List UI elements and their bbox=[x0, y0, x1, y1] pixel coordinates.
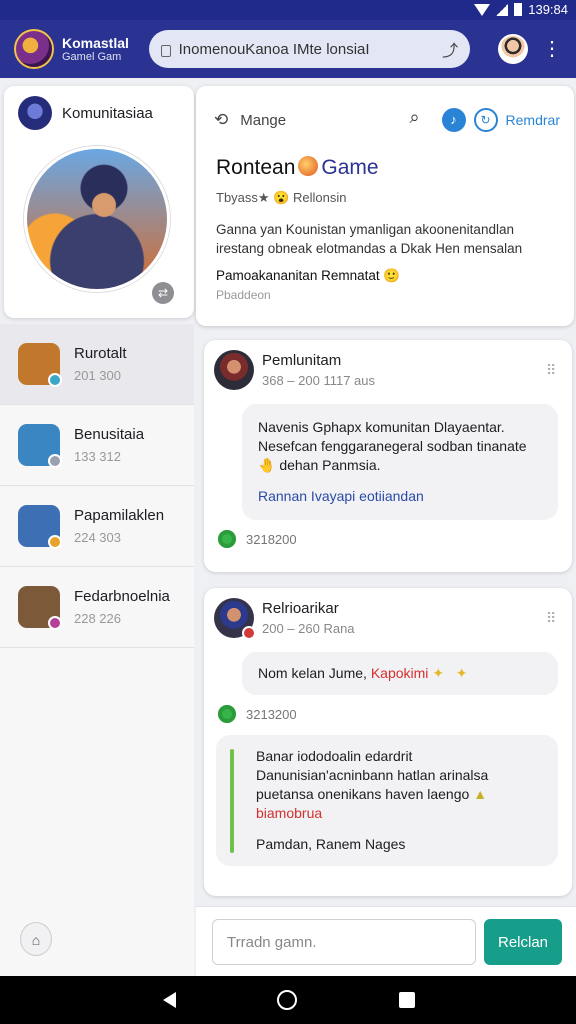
list-item-name: Rurotalt bbox=[74, 345, 127, 362]
search-icon[interactable]: ⌕ bbox=[402, 107, 428, 133]
community-hero-image bbox=[24, 146, 170, 292]
status-time: 139:84 bbox=[528, 2, 568, 17]
game-icon bbox=[18, 586, 62, 630]
list-item[interactable]: Benusitaia 133 312 bbox=[0, 405, 194, 486]
post-body: Navenis Gphapx komunitan Dlayaentar. Nes… bbox=[242, 404, 558, 520]
list-item-name: Benusitaia bbox=[74, 426, 145, 443]
app-bar: Komastlal Gamel Gam InomenouKanoa IMte l… bbox=[0, 20, 576, 78]
battery-icon bbox=[514, 3, 523, 16]
reaction-icon bbox=[218, 530, 236, 548]
post-reply: Banar iododoalin edardrit Danunisian'acn… bbox=[216, 735, 558, 866]
post-time: 368 – 200 1117 aus bbox=[262, 373, 376, 388]
list-item-count: 133 312 bbox=[74, 449, 121, 464]
community-tagline: Pamoakananitan Remnatat 🙂 bbox=[216, 268, 401, 283]
reminder-link[interactable]: Remdrar bbox=[506, 112, 560, 128]
plant-icon bbox=[230, 749, 234, 853]
more-menu-icon[interactable]: ⋮ bbox=[542, 39, 562, 59]
community-list: Rurotalt 201 300 Benusitaia 133 312 Papa… bbox=[0, 324, 194, 976]
post-author-name[interactable]: Pemlunitam bbox=[262, 352, 375, 369]
reaction-icon bbox=[218, 705, 236, 723]
community-profile-card: Komunitasiaa ⇄ bbox=[4, 86, 194, 318]
post-card: Pemlunitam 368 – 200 1117 aus ⠿ Navenis … bbox=[204, 340, 572, 572]
game-icon bbox=[18, 505, 62, 549]
manage-label[interactable]: Mange bbox=[240, 112, 286, 129]
message-input[interactable] bbox=[212, 919, 476, 965]
app-title: Komastlal bbox=[62, 35, 129, 51]
post-author-avatar[interactable] bbox=[214, 350, 254, 390]
ball-icon bbox=[298, 156, 319, 176]
list-item[interactable]: Papamilaklen 224 303 bbox=[0, 486, 194, 567]
page-title: Rontean Game bbox=[216, 156, 379, 179]
post-reactions[interactable]: 3213200 bbox=[204, 695, 572, 735]
community-avatar[interactable] bbox=[18, 96, 52, 130]
system-nav-bar bbox=[0, 976, 576, 1024]
community-meta: Tbyass★ 😮 Rellonsin bbox=[216, 190, 347, 205]
url-bar[interactable]: InomenouKanoa IMte lonsiaI ⤴ bbox=[148, 30, 471, 68]
post-author-name[interactable]: Relrioarikar bbox=[262, 600, 355, 617]
share-icon[interactable]: ⤴ bbox=[442, 37, 458, 61]
game-icon bbox=[18, 424, 62, 468]
status-bar: 139:84 bbox=[0, 0, 576, 20]
send-button[interactable]: Relclan bbox=[484, 919, 562, 965]
recents-icon[interactable] bbox=[399, 992, 415, 1008]
composer: Relclan bbox=[196, 906, 576, 976]
drag-handle-icon[interactable]: ⠿ bbox=[546, 611, 562, 625]
lock-icon bbox=[160, 45, 171, 57]
post-time: 200 – 260 Rana bbox=[262, 621, 355, 636]
app-logo[interactable] bbox=[14, 29, 54, 69]
signal-icon bbox=[496, 3, 509, 16]
back-icon[interactable] bbox=[161, 991, 176, 1009]
game-icon bbox=[18, 343, 62, 387]
swap-icon[interactable]: ⇄ bbox=[152, 282, 174, 304]
app-subtitle: Gamel Gam bbox=[62, 51, 122, 63]
url-text[interactable]: InomenouKanoa IMte lonsiaI bbox=[179, 41, 435, 58]
list-item[interactable]: Rurotalt 201 300 bbox=[0, 324, 194, 405]
home-icon[interactable]: ⌂ bbox=[20, 922, 52, 956]
wifi-icon bbox=[474, 3, 491, 16]
home-circle-icon[interactable] bbox=[277, 990, 297, 1010]
community-name: Komunitasiaa bbox=[62, 104, 153, 122]
community-description: Ganna yan Kounistan ymanligan akoonenita… bbox=[216, 222, 523, 256]
user-avatar[interactable] bbox=[498, 34, 528, 64]
post-link[interactable]: Rannan Ivayapi eotiiandan bbox=[258, 487, 542, 506]
list-item-name: Papamilaklen bbox=[74, 507, 165, 524]
list-item-count: 228 226 bbox=[74, 611, 121, 626]
community-header-card: ⟲ Mange ⌕ ♪ ↻ Remdrar Rontean Game Tbyass… bbox=[196, 86, 574, 326]
back-icon[interactable]: ⟲ bbox=[214, 110, 228, 130]
list-item[interactable]: Fedarbnoelnia 228 226 bbox=[0, 567, 194, 648]
list-item-count: 224 303 bbox=[74, 530, 121, 545]
music-icon[interactable]: ♪ bbox=[441, 108, 466, 132]
list-item-name: Fedarbnoelnia bbox=[74, 588, 170, 605]
post-card: Relrioarikar 200 – 260 Rana ⠿ Nom kelan … bbox=[204, 588, 572, 896]
sync-icon[interactable]: ↻ bbox=[473, 108, 498, 132]
list-item-count: 201 300 bbox=[74, 368, 121, 383]
post-body: Nom kelan Jume, Kapokimi ✦ ✦ bbox=[242, 652, 558, 695]
community-small-text: Pbaddeon bbox=[216, 288, 271, 302]
post-author-avatar[interactable] bbox=[214, 598, 256, 640]
post-reactions[interactable]: 3218200 bbox=[204, 520, 572, 560]
star-icon: ✦ ✦ bbox=[432, 665, 468, 681]
drag-handle-icon[interactable]: ⠿ bbox=[546, 363, 562, 377]
